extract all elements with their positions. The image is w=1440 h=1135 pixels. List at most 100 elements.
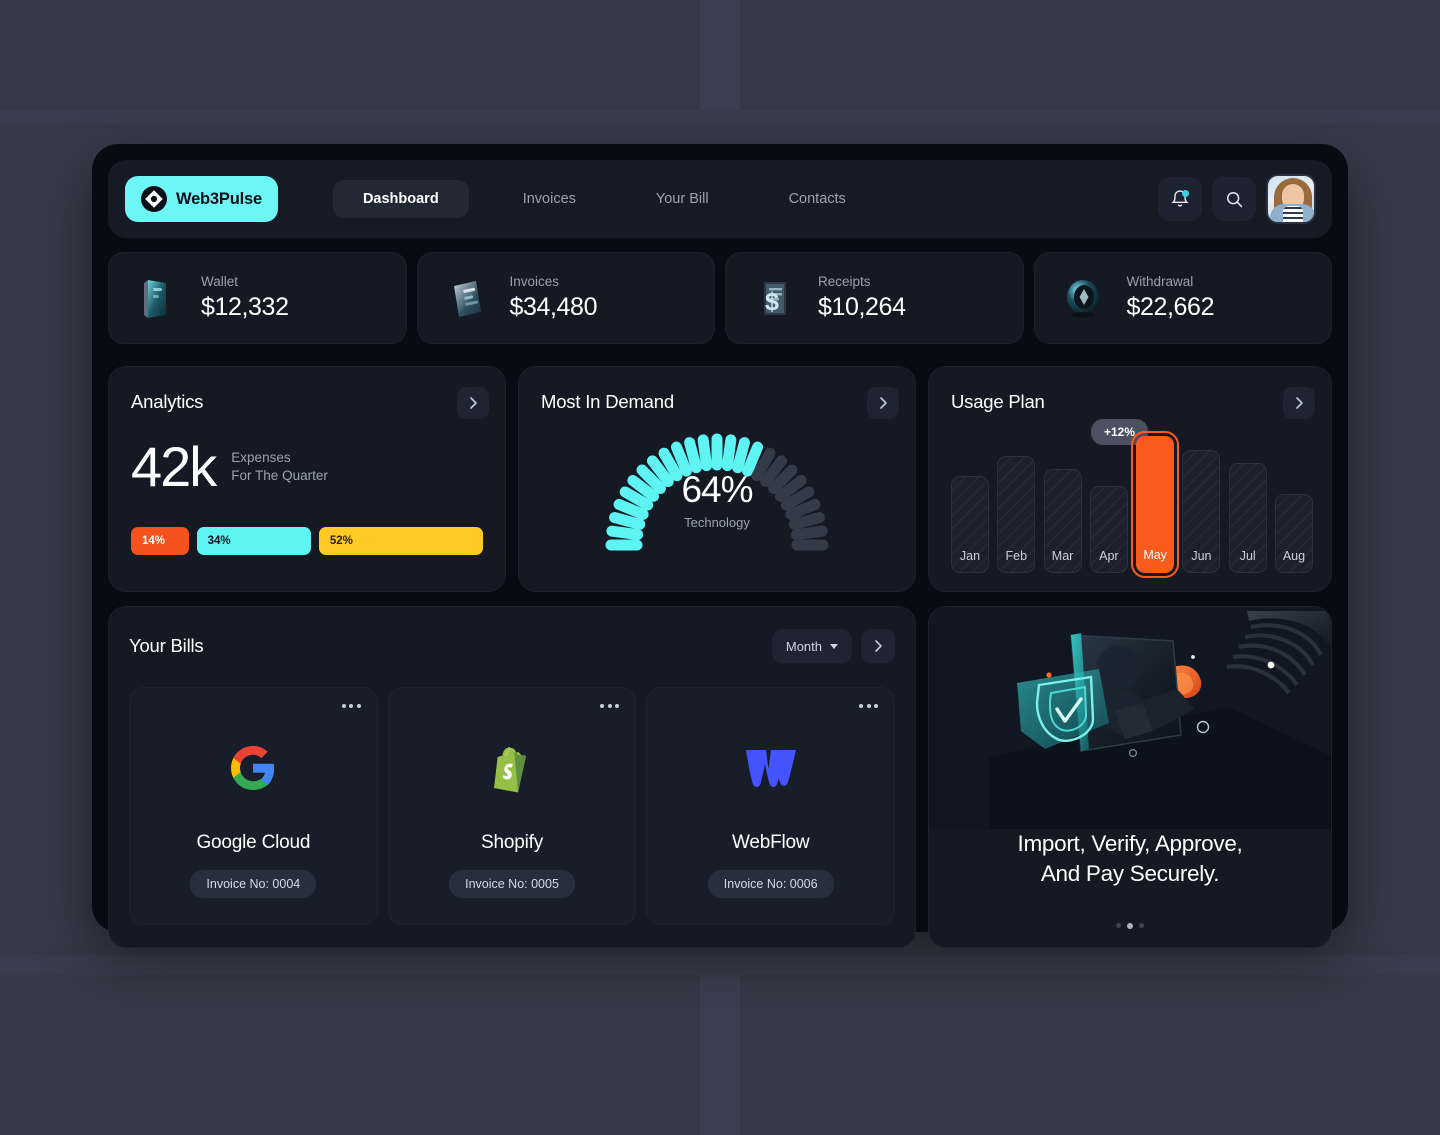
bill-invoice-number: Invoice No: 0006 [708,870,834,898]
analytics-subtitle: Expenses For The Quarter [231,449,328,485]
usage-bar-label: Feb [1006,549,1028,572]
invoice-document-icon [440,272,492,324]
avatar-shirt [1283,206,1303,222]
promo-dot-1[interactable] [1116,923,1121,928]
analytics-segment-3[interactable]: 52% [319,527,483,555]
analytics-value: 42k [131,439,215,495]
main-nav: Dashboard Invoices Your Bill Contacts [333,180,872,218]
usage-bar-mar[interactable]: Mar [1044,469,1082,573]
more-options-icon[interactable] [600,704,619,708]
bottom-row: Your Bills Month [108,606,1332,948]
usage-bar-label: Mar [1052,549,1074,572]
demand-category-label: Technology [519,515,915,530]
promo-pagination [929,923,1331,929]
diamond-logo-icon [141,186,167,212]
analytics-segment-bars: 14% 34% 52% [131,527,483,555]
stat-value: $10,264 [818,293,906,322]
header-actions [1158,174,1316,224]
stat-label: Receipts [818,274,906,289]
usage-bar-chart: Jan Feb Mar Apr May Jun Jul Aug [951,423,1313,573]
more-options-icon[interactable] [859,704,878,708]
app-header: Web3Pulse Dashboard Invoices Your Bill C… [108,160,1332,238]
bills-title: Your Bills [129,635,203,657]
stat-label: Withdrawal [1127,274,1215,289]
usage-bar-label: Apr [1099,549,1118,572]
usage-bar-feb[interactable]: Feb [997,456,1035,573]
bills-period-filter[interactable]: Month [772,629,852,663]
bill-card-google-cloud[interactable]: Google Cloud Invoice No: 0004 [129,687,378,925]
bg-seam-top [0,110,1440,124]
bills-list: Google Cloud Invoice No: 0004 Shopify [129,687,895,925]
usage-bar-jul[interactable]: Jul [1229,463,1267,573]
bills-toolbar: Month [772,629,895,663]
chevron-down-icon [830,644,838,649]
bills-next-button[interactable] [861,629,895,663]
gauge-segment [738,443,745,468]
bill-name: Google Cloud [196,832,310,854]
stat-card-receipts[interactable]: $ Receipts $10,264 [725,252,1024,344]
usage-bar-label: Aug [1283,549,1305,572]
stat-card-invoices[interactable]: Invoices $34,480 [417,252,716,344]
usage-bar-jun[interactable]: Jun [1182,450,1220,573]
promo-headline-line2: And Pay Securely. [929,859,1331,889]
nav-item-contacts[interactable]: Contacts [763,180,872,218]
stat-value: $34,480 [510,293,598,322]
shopify-logo-icon [488,740,536,796]
user-avatar[interactable] [1266,174,1316,224]
nav-item-dashboard[interactable]: Dashboard [333,180,469,218]
most-in-demand-card: Most In Demand 64% Technology [518,366,916,592]
dashboard-window: Web3Pulse Dashboard Invoices Your Bill C… [92,144,1348,932]
webflow-logo-icon [743,740,799,796]
usage-bar-may[interactable]: May [1136,436,1174,573]
stat-value: $22,662 [1127,293,1215,322]
bg-seam-vertical-bottom [700,975,740,1135]
notifications-button[interactable] [1158,177,1202,221]
usage-plan-card: Usage Plan +12% JanFebMarAprMayJunJulAug [928,366,1332,592]
stat-value: $12,332 [201,293,289,322]
nav-item-your-bill[interactable]: Your Bill [630,180,735,218]
usage-title: Usage Plan [951,391,1309,413]
nav-item-invoices[interactable]: Invoices [497,180,602,218]
analytics-segment-2-label: 34% [208,535,231,547]
promo-dot-2[interactable] [1127,923,1133,929]
gauge-segment [690,443,697,468]
bill-name: WebFlow [732,832,809,854]
analytics-summary: 42k Expenses For The Quarter [131,439,483,495]
analytics-segment-1[interactable]: 14% [131,527,189,555]
bill-invoice-number: Invoice No: 0005 [449,870,575,898]
gauge-segment [796,531,822,534]
usage-bar-apr[interactable]: Apr [1090,486,1128,573]
usage-bar-label: Jun [1191,549,1211,572]
stat-cards-row: Wallet $12,332 Invoices $34,480 [108,252,1332,344]
usage-bar-jan[interactable]: Jan [951,476,989,573]
bill-card-webflow[interactable]: WebFlow Invoice No: 0006 [646,687,895,925]
usage-expand-button[interactable] [1283,387,1315,419]
promo-headline-line1: Import, Verify, Approve, [929,829,1331,859]
stat-card-wallet[interactable]: Wallet $12,332 [108,252,407,344]
your-bills-card: Your Bills Month [108,606,916,948]
analytics-segment-2[interactable]: 34% [197,527,311,555]
promo-card[interactable]: Import, Verify, Approve, And Pay Securel… [928,606,1332,948]
gauge-segment [612,531,638,534]
google-logo-icon [229,740,277,796]
usage-bar-label: May [1143,548,1167,571]
gauge-segment [727,440,730,466]
brand-logo-button[interactable]: Web3Pulse [125,176,278,222]
usage-bar-aug[interactable]: Aug [1275,494,1313,573]
demand-percent-value: 64% [519,469,915,511]
usage-bar-label: Jan [960,549,980,572]
analytics-segment-3-label: 52% [330,535,353,547]
analytics-expand-button[interactable] [457,387,489,419]
bill-card-shopify[interactable]: Shopify Invoice No: 0005 [388,687,637,925]
bg-seam-bottom [0,955,1440,975]
usage-bar-label: Jul [1240,549,1256,572]
more-options-icon[interactable] [342,704,361,708]
gauge-segment [703,440,706,466]
brand-name: Web3Pulse [176,190,262,209]
search-button[interactable] [1212,177,1256,221]
stat-label: Invoices [510,274,598,289]
bill-invoice-number: Invoice No: 0004 [190,870,316,898]
analytics-segment-1-label: 14% [142,535,165,547]
promo-dot-3[interactable] [1139,923,1144,928]
stat-card-withdrawal[interactable]: Withdrawal $22,662 [1034,252,1333,344]
